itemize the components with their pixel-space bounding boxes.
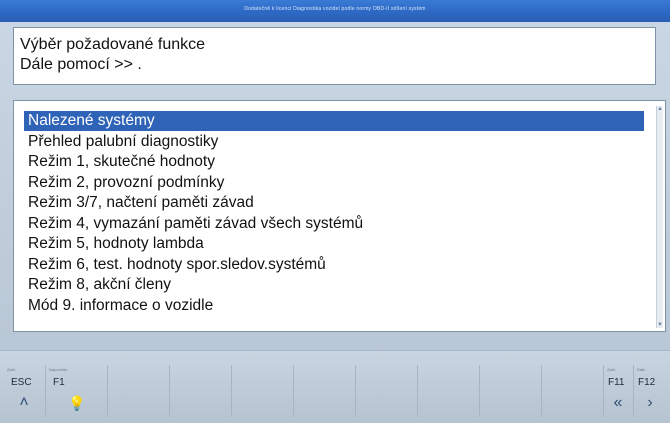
f2-key-slot [108, 365, 170, 417]
f9-key-slot [542, 365, 604, 417]
function-key-row: Zpět ESC ˄ Nápověda F1 💡 Zpět F11 « Dále… [4, 365, 666, 417]
f7-key-slot [418, 365, 480, 417]
list-item[interactable]: Režim 2, provozní podmínky [24, 173, 644, 193]
function-key-bar: Zpět ESC ˄ Nápověda F1 💡 Zpět F11 « Dále… [0, 350, 670, 423]
list-item[interactable]: Režim 8, akční členy [24, 275, 644, 295]
f1-key-caption: Nápověda [49, 367, 68, 372]
f5-key-slot [294, 365, 356, 417]
esc-key-label: ESC [11, 377, 32, 388]
f12-key-button[interactable]: Dále F12 › [634, 365, 666, 417]
instruction-line-1: Výběr požadované funkce [20, 36, 206, 53]
list-item[interactable]: Přehled palubní diagnostiky [24, 132, 644, 152]
f12-key-label: F12 [638, 377, 656, 388]
list-item[interactable]: Režim 6, test. hodnoty spor.sledov.systé… [24, 255, 644, 275]
chevron-right-icon: › [647, 394, 653, 411]
f1-key-label: F1 [53, 377, 65, 388]
scroll-down-icon[interactable]: ▼ [657, 322, 663, 328]
f12-key-caption: Dále [637, 367, 646, 372]
chevron-up-icon: ˄ [19, 394, 29, 411]
esc-key-caption: Zpět [7, 367, 16, 372]
list-item[interactable]: Režim 5, hodnoty lambda [24, 234, 644, 254]
f3-key-slot [170, 365, 232, 417]
list-item[interactable]: Nalezené systémy [24, 111, 644, 131]
function-list-items: Nalezené systémy Přehled palubní diagnost… [14, 101, 665, 331]
list-item[interactable]: Mód 9. informace o vozidle [24, 296, 644, 316]
lightbulb-icon: 💡 [68, 395, 86, 411]
f11-key-label: F11 [608, 377, 625, 388]
double-chevron-left-icon: « [613, 394, 623, 411]
instruction-line-2: Dále pomocí >> . [20, 56, 142, 73]
scroll-up-icon[interactable]: ▲ [657, 106, 663, 112]
f1-key-button[interactable]: Nápověda F1 💡 [46, 365, 108, 417]
esc-key-button[interactable]: Zpět ESC ˄ [4, 365, 46, 417]
f11-key-caption: Zpět [607, 367, 616, 372]
list-scrollbar[interactable]: ▲ ▼ [656, 106, 663, 328]
f6-key-slot [356, 365, 418, 417]
instruction-panel: Výběr požadované funkce Dále pomocí >> . [13, 27, 656, 85]
function-list[interactable]: Nalezené systémy Přehled palubní diagnost… [13, 100, 666, 332]
list-item[interactable]: Režim 1, skutečné hodnoty [24, 152, 644, 172]
list-item[interactable]: Režim 3/7, načtení paměti závad [24, 193, 644, 213]
list-item[interactable]: Režim 4, vymazání paměti závad všech sys… [24, 214, 644, 234]
window-title-bar: Dodatečně k licenci Diagnostika vozidel … [0, 0, 670, 23]
f4-key-slot [232, 365, 294, 417]
window-title: Dodatečně k licenci Diagnostika vozidel … [244, 6, 426, 12]
f11-key-button[interactable]: Zpět F11 « [604, 365, 634, 417]
f8-key-slot [480, 365, 542, 417]
